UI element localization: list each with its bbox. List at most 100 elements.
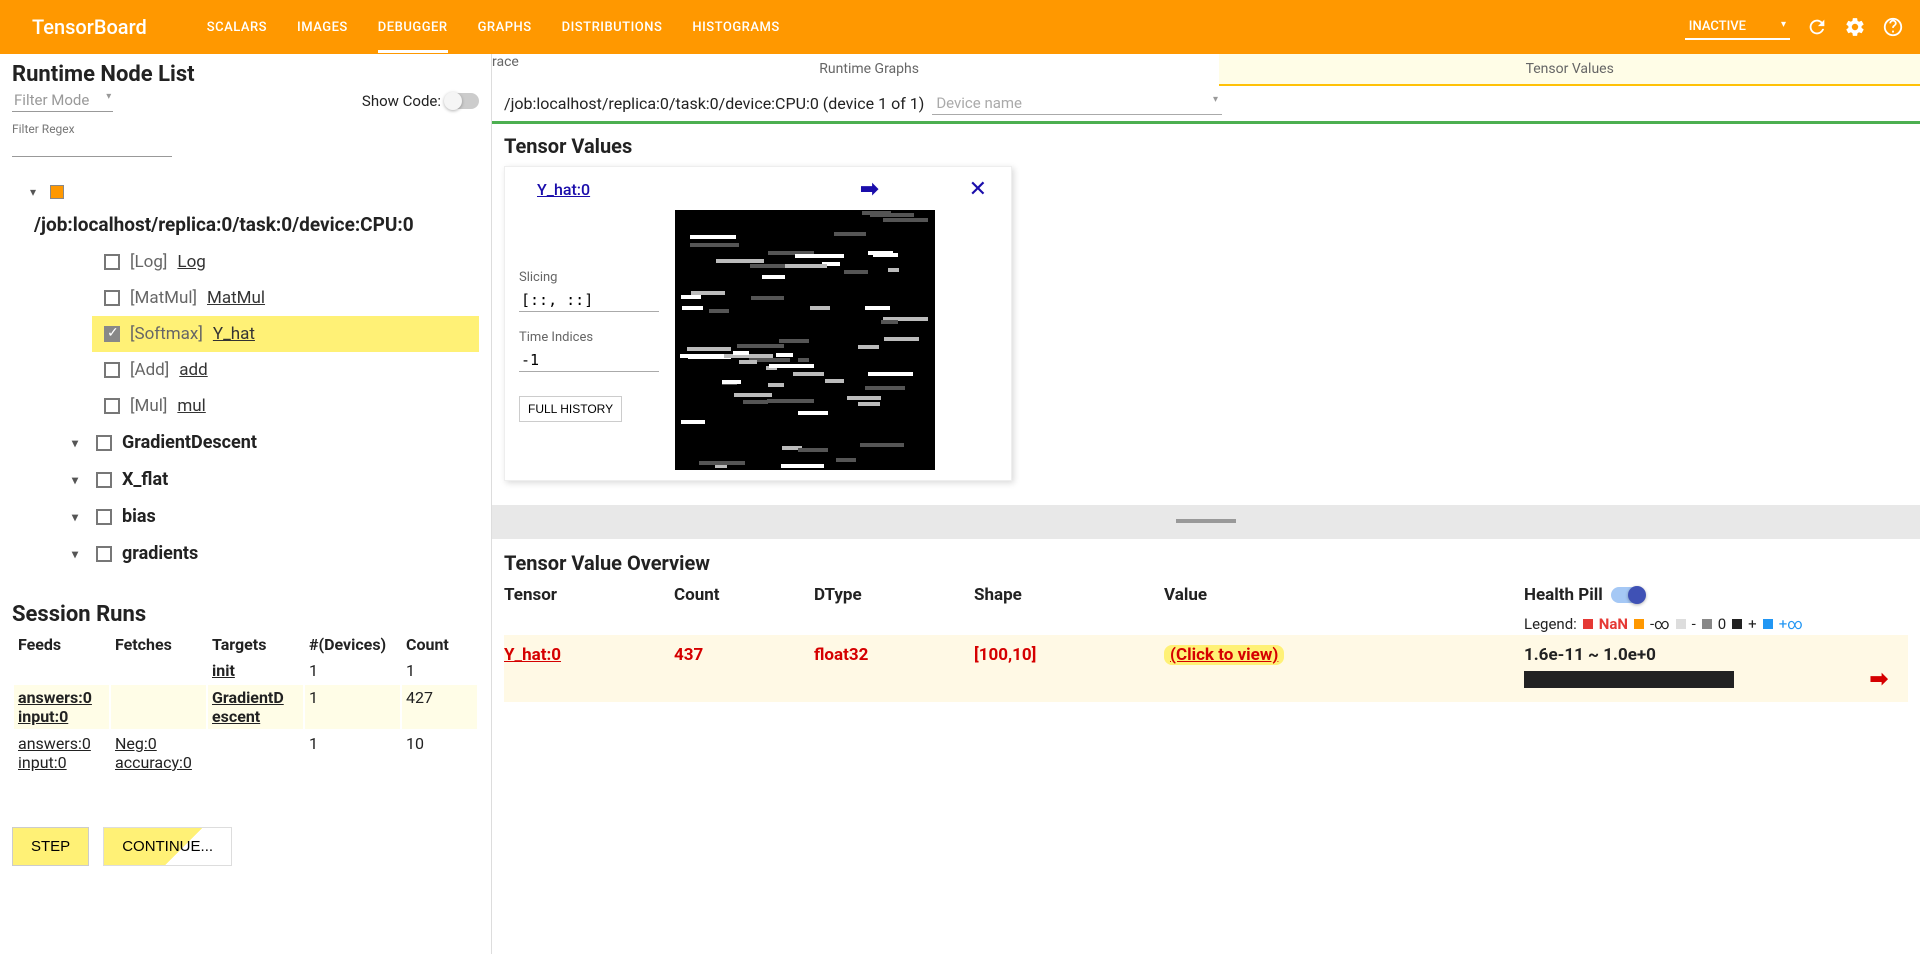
show-code-toggle[interactable] <box>445 93 479 109</box>
target-link[interactable]: GradientDescent <box>212 688 284 726</box>
checkbox-icon[interactable] <box>96 435 112 451</box>
tensor-card: Y_hat:0 ➡ ✕ Slicing Time Indices FULL HI… <box>504 166 1012 481</box>
group-name: bias <box>122 506 156 527</box>
overview-row[interactable]: Y_hat:0 437 float32 [100,10] (Click to v… <box>504 635 1908 702</box>
checkbox-icon[interactable] <box>104 254 120 270</box>
group-name: GradientDescent <box>122 432 257 453</box>
shape-value: [100,10] <box>974 645 1164 692</box>
right-panel: race Runtime Graphs Tensor Values /job:l… <box>492 54 1920 954</box>
tab-tensor-values[interactable]: Tensor Values <box>1219 54 1920 86</box>
session-row[interactable]: answers:0input:0 GradientDescent 1 427 <box>14 685 477 729</box>
tab-debugger[interactable]: DEBUGGER <box>378 1 448 53</box>
chevron-down-icon[interactable]: ▾ <box>72 473 86 487</box>
status-select[interactable]: INACTIVE <box>1685 15 1790 40</box>
node-name[interactable]: mul <box>177 396 205 416</box>
group-bias[interactable]: ▾ bias <box>72 498 479 535</box>
tensor-values-title: Tensor Values <box>492 124 1920 162</box>
col-tensor: Tensor <box>504 585 674 605</box>
col-targets: Targets <box>208 633 303 656</box>
tensor-link[interactable]: Y_hat:0 <box>537 180 590 199</box>
node-mul[interactable]: [Mul] mul <box>104 388 479 424</box>
col-feeds: Feeds <box>14 633 109 656</box>
refresh-icon[interactable] <box>1806 16 1828 38</box>
chevron-down-icon[interactable]: ▾ <box>72 436 86 450</box>
filter-regex-input[interactable] <box>12 140 172 157</box>
gear-icon[interactable] <box>1844 16 1866 38</box>
chevron-down-icon[interactable]: ▾ <box>72 547 86 561</box>
step-button[interactable]: STEP <box>12 827 89 866</box>
node-name[interactable]: add <box>179 360 207 380</box>
group-name: X_flat <box>122 469 168 490</box>
group-gradientdescent[interactable]: ▾ GradientDescent <box>72 424 479 461</box>
col-shape: Shape <box>974 585 1164 605</box>
group-gradients[interactable]: ▾ gradients <box>72 535 479 572</box>
tab-distributions[interactable]: DISTRIBUTIONS <box>562 1 663 53</box>
show-code-toggle-row: Show Code: <box>362 92 479 110</box>
checkbox-icon[interactable] <box>104 326 120 342</box>
tensor-name-link[interactable]: Y_hat:0 <box>504 645 561 665</box>
group-xflat[interactable]: ▾ X_flat <box>72 461 479 498</box>
device-row: /job:localhost/replica:0/task:0/device:C… <box>492 86 1920 124</box>
tab-graphs[interactable]: GRAPHS <box>478 1 532 53</box>
resize-handle[interactable] <box>492 505 1920 539</box>
count-cell: 10 <box>402 731 477 775</box>
device-color-box <box>50 185 64 199</box>
target-link[interactable]: init <box>212 661 235 680</box>
session-row[interactable]: answers:0input:0 Neg:0accuracy:0 1 10 <box>14 731 477 775</box>
slicing-label: Slicing <box>519 270 659 285</box>
chevron-down-icon[interactable]: ▾ <box>72 510 86 524</box>
node-name[interactable]: MatMul <box>207 288 265 308</box>
filter-mode-select[interactable]: Filter Mode <box>12 89 113 112</box>
node-type: [Softmax] <box>130 324 203 344</box>
tab-runtime-graphs[interactable]: Runtime Graphs <box>519 54 1220 86</box>
arrow-right-icon[interactable]: ➡ <box>860 177 878 202</box>
arrow-right-icon[interactable]: ➡ <box>1870 667 1888 692</box>
tab-histograms[interactable]: HISTOGRAMS <box>692 1 779 53</box>
checkbox-icon[interactable] <box>104 398 120 414</box>
node-add[interactable]: [Add] add <box>104 352 479 388</box>
app-logo: TensorBoard <box>32 15 147 39</box>
node-name[interactable]: Y_hat <box>213 324 255 344</box>
time-indices-input[interactable] <box>519 349 659 372</box>
chevron-down-icon[interactable]: ▾ <box>30 185 44 199</box>
session-row[interactable]: init 1 1 <box>14 658 477 683</box>
tensor-value-overview: Tensor Value Overview Tensor Count DType… <box>492 539 1920 714</box>
feed-link[interactable]: answers:0input:0 <box>18 734 91 772</box>
devices-cell: 1 <box>305 731 400 775</box>
node-type: [Log] <box>130 252 167 272</box>
help-icon[interactable] <box>1882 16 1904 38</box>
right-tabs: race Runtime Graphs Tensor Values <box>492 54 1920 86</box>
continue-button[interactable]: CONTINUE... <box>103 827 232 866</box>
checkbox-icon[interactable] <box>96 509 112 525</box>
legend-label: Legend: <box>1524 615 1577 633</box>
fetch-link[interactable]: Neg:0accuracy:0 <box>115 734 192 772</box>
node-tree: ▾ /job:localhost/replica:0/task:0/device… <box>12 181 479 572</box>
col-dtype: DType <box>814 585 974 605</box>
nav-tabs: SCALARS IMAGES DEBUGGER GRAPHS DISTRIBUT… <box>207 1 1685 53</box>
node-log[interactable]: [Log] Log <box>104 244 479 280</box>
full-history-button[interactable]: FULL HISTORY <box>519 396 622 422</box>
device-select[interactable]: Device name <box>932 92 1222 115</box>
health-pill-toggle[interactable] <box>1611 587 1645 603</box>
close-icon[interactable]: ✕ <box>969 177 987 202</box>
dtype-value: float32 <box>814 645 974 692</box>
node-name[interactable]: Log <box>177 252 205 272</box>
header: TensorBoard SCALARS IMAGES DEBUGGER GRAP… <box>0 0 1920 54</box>
device-text: /job:localhost/replica:0/task:0/device:C… <box>504 94 924 113</box>
click-to-view-link[interactable]: (Click to view) <box>1164 645 1284 665</box>
slicing-input[interactable] <box>519 289 659 312</box>
tensor-heatmap <box>675 210 935 470</box>
tab-images[interactable]: IMAGES <box>297 1 348 53</box>
col-devices: #(Devices) <box>305 633 400 656</box>
checkbox-icon[interactable] <box>104 290 120 306</box>
col-count: Count <box>674 585 814 605</box>
checkbox-icon[interactable] <box>96 546 112 562</box>
node-matmul[interactable]: [MatMul] MatMul <box>104 280 479 316</box>
checkbox-icon[interactable] <box>96 472 112 488</box>
runtime-node-list-title: Runtime Node List <box>12 62 479 87</box>
filter-regex-label: Filter Regex <box>12 122 479 136</box>
node-yhat[interactable]: [Softmax] Y_hat <box>92 316 479 352</box>
checkbox-icon[interactable] <box>104 362 120 378</box>
feed-link[interactable]: answers:0input:0 <box>18 688 92 726</box>
tab-scalars[interactable]: SCALARS <box>207 1 267 53</box>
